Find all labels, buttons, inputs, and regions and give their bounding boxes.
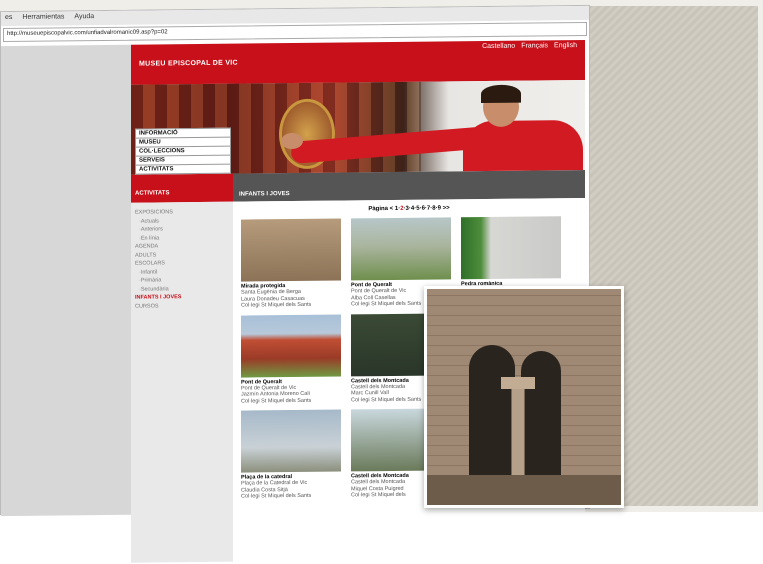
card-line: Col·legi St Miquel dels Sants: [241, 492, 312, 500]
section-activitats: ACTIVITATS: [131, 173, 233, 203]
pager-page[interactable]: 4: [411, 206, 414, 212]
pager-page[interactable]: 2: [400, 206, 403, 212]
romanesque-window-photo: [424, 286, 624, 508]
page-margin-left: [1, 44, 131, 517]
sidebar-menu: EXPOSICIONS ·Actuals ·Anteriors ·En línia AG…: [131, 201, 233, 563]
pager-page[interactable]: 1: [395, 206, 398, 212]
pager-page[interactable]: 5: [416, 206, 419, 212]
card-thumbnail[interactable]: [241, 218, 341, 282]
card-thumbnail[interactable]: [351, 217, 451, 281]
stone-cornice: [427, 475, 621, 505]
pager-page[interactable]: 7: [427, 206, 430, 212]
lang-castellano[interactable]: Castellano: [482, 43, 515, 50]
menu-item-ayuda[interactable]: Ayuda: [74, 13, 94, 23]
gallery-card[interactable]: Plaça de la catedral Plaça de la Catedral…: [241, 409, 341, 501]
pager-page[interactable]: 6: [422, 206, 425, 212]
card-thumbnail[interactable]: [241, 314, 341, 378]
person-hair: [481, 84, 521, 104]
lang-english[interactable]: English: [554, 42, 577, 49]
pager-page[interactable]: 8: [432, 206, 435, 212]
menu-item[interactable]: es: [5, 14, 12, 24]
site-header: MUSEU EPISCOPAL DE VIC Castellano França…: [131, 39, 585, 85]
card-line: Col·legi St Miquel dels Sants: [241, 397, 312, 405]
sidebar-item[interactable]: CURSOS: [135, 301, 229, 310]
card-thumbnail[interactable]: [461, 216, 561, 280]
card-line: Col·legi St Miquel dels Sants: [241, 301, 312, 309]
pager-page[interactable]: 9: [438, 205, 441, 211]
card-thumbnail[interactable]: [241, 409, 341, 473]
window-column: [511, 385, 525, 485]
pager-label: Pàgina <: [368, 205, 394, 213]
language-switcher: Castellano Français English: [482, 42, 577, 50]
gallery-card[interactable]: Mirada protegida Santa Eugènia de Berga La…: [241, 218, 341, 310]
nav-activitats[interactable]: ACTIVITATS: [136, 164, 230, 175]
section-infants-joves: INFANTS I JOVES: [233, 169, 585, 202]
column-capital: [501, 377, 535, 389]
lang-francais[interactable]: Français: [521, 42, 548, 49]
main-nav: INFORMACIÓ MUSEU COL·LECCIONS SERVEIS AC…: [135, 127, 231, 175]
window-arch-right: [521, 351, 561, 475]
gallery-card[interactable]: Pont de Queralt Pont de Queralt de Vic Jaz…: [241, 314, 341, 405]
pagination: Pàgina < 1·2·3·4·5·6·7·8·9 >>: [368, 205, 450, 213]
window-arch-left: [469, 345, 515, 475]
site-title[interactable]: MUSEU EPISCOPAL DE VIC: [139, 60, 238, 68]
pager-next[interactable]: >>: [443, 205, 450, 211]
pager-page[interactable]: 3: [406, 206, 409, 212]
hero-banner: INFORMACIÓ MUSEU COL·LECCIONS SERVEIS AC…: [131, 79, 585, 175]
menu-item-herramientas[interactable]: Herramientas: [22, 13, 64, 23]
